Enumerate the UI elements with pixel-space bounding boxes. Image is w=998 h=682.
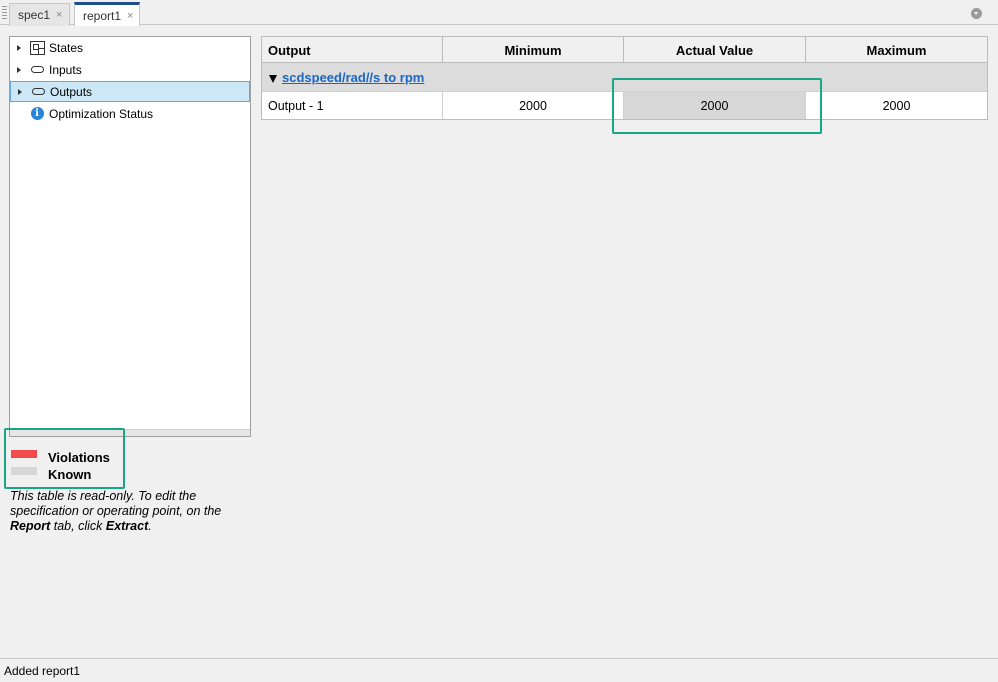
- column-header-maximum[interactable]: Maximum: [806, 37, 987, 63]
- note-extract-action: Extract: [105, 519, 149, 533]
- maximum-cell: 2000: [882, 98, 911, 113]
- status-bar: Added report1: [0, 658, 998, 682]
- states-block-icon: [29, 40, 45, 55]
- tab-label: spec1: [18, 8, 51, 22]
- legend-known: [11, 467, 37, 475]
- minimum-cell: 2000: [443, 92, 624, 119]
- outputs-table: Output Minimum Actual Value Maximum scds…: [261, 36, 988, 120]
- note-text: This table is read-only. To edit the spe…: [10, 489, 222, 518]
- read-only-note: This table is read-only. To edit the spe…: [10, 489, 246, 534]
- expand-caret-icon[interactable]: [17, 66, 21, 73]
- known-swatch: [11, 467, 37, 475]
- actual-value-cell: 2000: [624, 92, 806, 119]
- table-row[interactable]: Output - 1 2000 2000 2000: [262, 92, 987, 119]
- chevron-down-icon[interactable]: [971, 8, 982, 19]
- tree-item-label: Optimization Status: [49, 106, 154, 121]
- group-row: scdspeed/rad//s to rpm: [262, 63, 987, 92]
- output-name-cell: Output - 1: [262, 92, 443, 119]
- tab-label: report1: [83, 8, 122, 23]
- table-header: Output Minimum Actual Value Maximum: [262, 37, 987, 63]
- legend-violations: [11, 450, 37, 458]
- note-text: .: [148, 519, 152, 533]
- violations-swatch: [11, 450, 37, 458]
- close-icon[interactable]: ×: [56, 9, 62, 21]
- tree-item-inputs[interactable]: Inputs: [10, 59, 250, 80]
- expand-caret-icon[interactable]: [17, 44, 21, 51]
- tree-item-label: Inputs: [49, 62, 82, 77]
- legend-known-label: Known: [48, 467, 92, 482]
- column-header-minimum[interactable]: Minimum: [443, 37, 624, 63]
- document-tab-bar: spec1 × report1 ×: [0, 0, 998, 26]
- status-text: Added report1: [4, 663, 81, 678]
- close-icon[interactable]: ×: [127, 10, 133, 22]
- tab-report1[interactable]: report1 ×: [74, 2, 140, 26]
- column-header-actual-value[interactable]: Actual Value: [624, 37, 806, 63]
- report-tree: States Inputs Outputs i Optimization Sta…: [9, 36, 251, 437]
- legend-violations-label: Violations: [48, 450, 110, 465]
- output-port-icon: [31, 88, 45, 95]
- input-port-icon: [30, 66, 44, 73]
- tree-item-label: Outputs: [50, 84, 93, 99]
- tab-spec1[interactable]: spec1 ×: [9, 3, 70, 26]
- column-header-output[interactable]: Output: [262, 37, 443, 63]
- horizontal-scrollbar[interactable]: [10, 429, 250, 436]
- tree-item-states[interactable]: States: [10, 37, 250, 58]
- info-icon: i: [30, 107, 44, 120]
- expand-caret-icon[interactable]: [18, 88, 22, 95]
- tree-item-outputs[interactable]: Outputs: [10, 81, 250, 102]
- block-link[interactable]: scdspeed/rad//s to rpm: [282, 70, 424, 85]
- drag-grip-icon[interactable]: [2, 6, 7, 20]
- tree-item-optimization-status[interactable]: i Optimization Status: [10, 103, 250, 124]
- collapse-arrow-icon[interactable]: [269, 74, 277, 83]
- tree-item-label: States: [49, 40, 84, 55]
- note-text: tab, click: [50, 519, 106, 533]
- note-report-tab: Report: [10, 519, 51, 533]
